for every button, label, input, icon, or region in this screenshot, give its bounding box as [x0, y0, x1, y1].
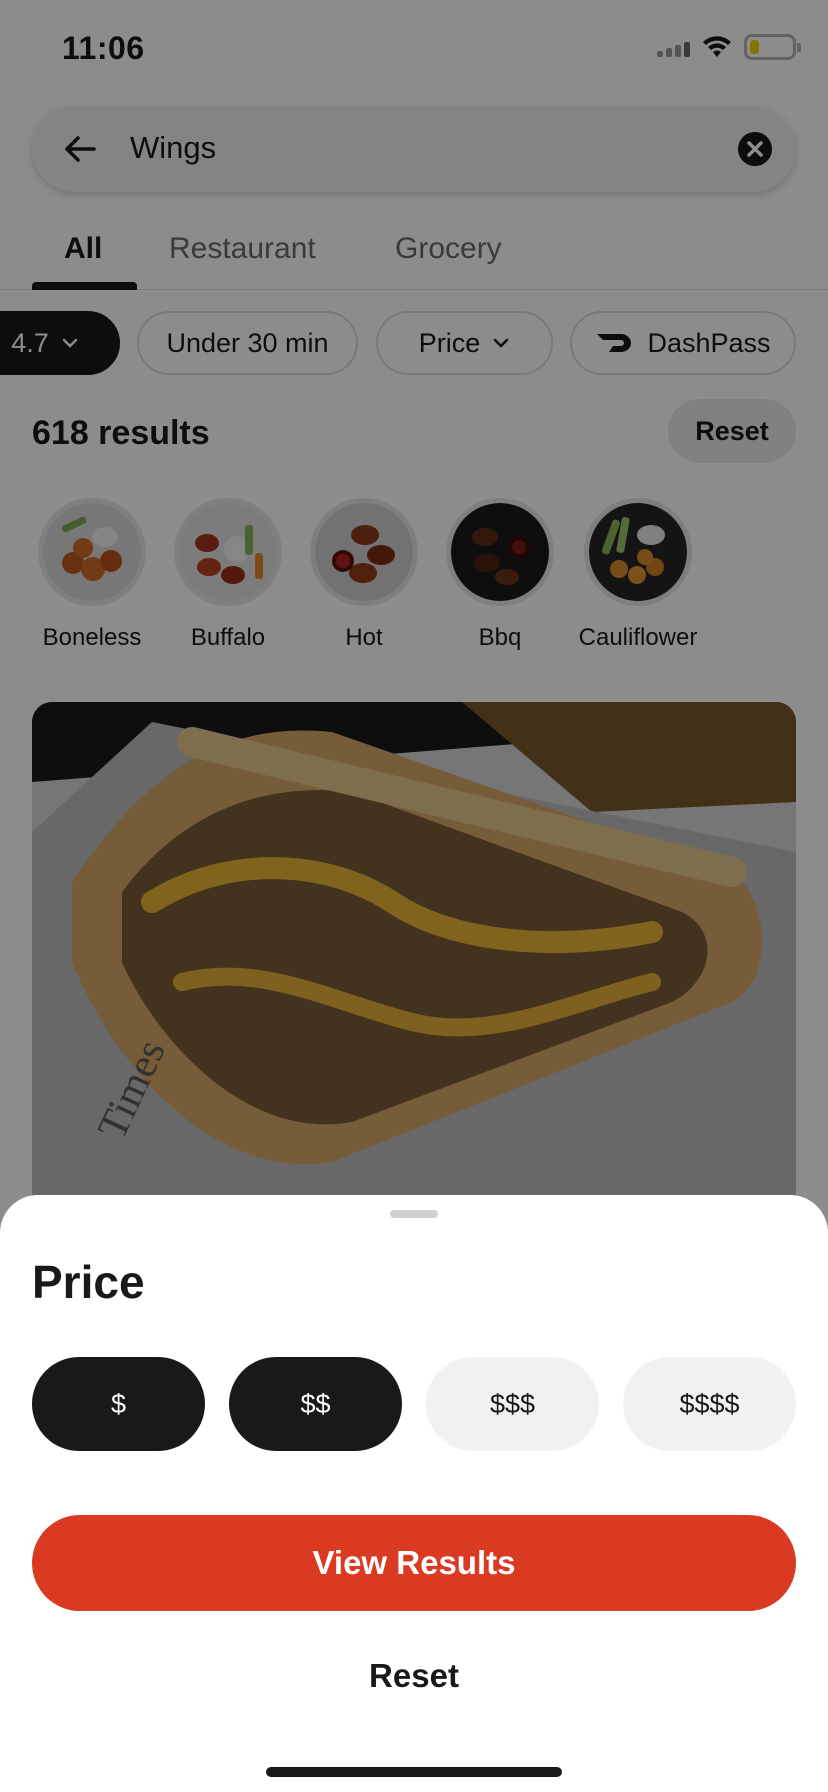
price-option-2[interactable]: $$ — [229, 1357, 402, 1451]
app-screen: 11:06 Wings All Restaurant Grocery 4.7 U… — [0, 0, 828, 1792]
home-indicator[interactable] — [266, 1767, 562, 1777]
price-option-4[interactable]: $$$$ — [623, 1357, 796, 1451]
sheet-title: Price — [32, 1256, 145, 1308]
sheet-grabber[interactable] — [390, 1210, 438, 1218]
sheet-reset-button[interactable]: Reset — [0, 1657, 828, 1695]
view-results-button[interactable]: View Results — [32, 1515, 796, 1611]
price-filter-sheet: Price $ $$ $$$ $$$$ View Results Reset — [0, 1195, 828, 1792]
price-option-3[interactable]: $$$ — [426, 1357, 599, 1451]
price-option-1[interactable]: $ — [32, 1357, 205, 1451]
